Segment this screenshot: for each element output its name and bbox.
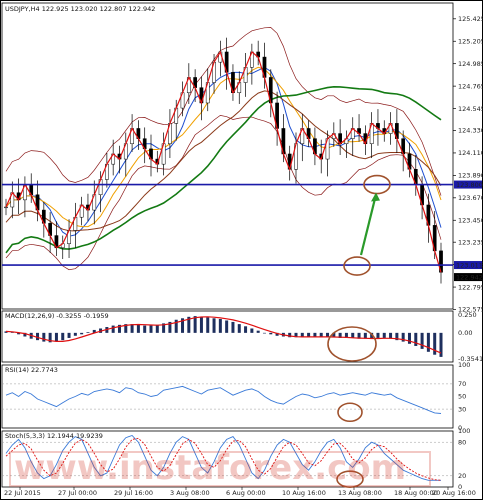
price-tick-label: 124.330: [458, 127, 483, 135]
main-title: USDJPY,H4 122.925 123.020 122.807 122.94…: [5, 5, 155, 13]
candle-body: [4, 206, 8, 209]
macd-bar: [199, 316, 203, 333]
macd-bar: [136, 324, 140, 333]
macd-bar: [262, 332, 266, 334]
macd-bar: [231, 321, 235, 333]
level-label: 123.800: [456, 181, 483, 189]
pane-main: [1, 2, 454, 310]
macd-bar: [256, 330, 260, 333]
price-tick-label: 124.985: [458, 60, 483, 68]
macd-bar: [326, 332, 330, 337]
time-label: 10 Aug 16:00: [282, 489, 326, 497]
rsi-tick-label: 50: [458, 393, 466, 401]
watermark: www.instaforex.com: [14, 448, 406, 488]
forex-chart: 125.425 125.205 124.985 124.765 124.545 124.3…: [0, 0, 483, 500]
time-label: 22 Jul 2015: [4, 489, 41, 497]
macd-bar: [212, 318, 216, 333]
macd-bar: [300, 332, 304, 337]
stoch-title: Stoch(5,3,3) 12.1944 19.9239: [5, 432, 103, 440]
macd-bar: [206, 317, 210, 333]
macd-bar: [237, 324, 241, 333]
time-label: 27 Jul 00:00: [58, 489, 97, 497]
macd-bar: [382, 332, 386, 338]
price-tick-label: 122.795: [458, 283, 483, 291]
time-label: 29 Jul 16:00: [114, 489, 153, 497]
price-tick-label: 125.205: [458, 37, 483, 45]
macd-bar: [149, 325, 153, 333]
macd-bar: [307, 332, 311, 337]
time-label: 20 Aug 16:00: [432, 489, 476, 497]
price-tick-label: 123.235: [458, 238, 483, 246]
macd-bar: [73, 332, 77, 336]
macd-bar: [80, 332, 84, 335]
price-tick-label: 124.545: [458, 105, 483, 113]
macd-title: MACD(12,26,9) -0.3255 -0.1959: [5, 312, 109, 320]
price-tick-label: 124.110: [458, 149, 483, 157]
macd-bar: [269, 332, 273, 335]
macd-tick-label: 0.250: [458, 311, 477, 319]
macd-bar: [218, 319, 222, 333]
macd-bar: [250, 328, 254, 333]
time-label: 13 Aug 08:00: [338, 489, 382, 497]
macd-bar: [193, 316, 197, 333]
price-tick-label: 125.425: [458, 15, 483, 23]
price-tick-label: 123.890: [458, 172, 483, 180]
macd-bar: [407, 332, 411, 344]
macd-bar: [130, 324, 134, 333]
price-tick-label: 124.765: [458, 82, 483, 90]
macd-bar: [225, 320, 229, 333]
macd-bar: [426, 332, 430, 352]
time-label: 6 Aug 00:00: [226, 489, 266, 497]
macd-bar: [67, 332, 71, 338]
macd-bar: [244, 326, 248, 333]
price-tick-label: 123.450: [458, 216, 483, 224]
rsi-tick-label: 100: [458, 361, 470, 369]
macd-tick-label: 0.00: [458, 329, 472, 337]
rsi-title: RSI(14) 22.7743: [5, 366, 58, 374]
stoch-tick-label: 100: [458, 427, 470, 435]
stoch-tick-label: 20: [458, 472, 466, 480]
macd-bar: [376, 332, 380, 338]
pane-rsi: [1, 364, 454, 429]
macd-bar: [414, 332, 418, 346]
macd-bar: [61, 332, 65, 341]
price-tick-label: 123.670: [458, 194, 483, 202]
stoch-tick-label: 80: [458, 438, 466, 446]
macd-bar: [420, 332, 424, 349]
macd-bar: [54, 332, 58, 342]
macd-bar: [143, 325, 147, 333]
macd-bar: [42, 332, 46, 342]
macd-bar: [86, 332, 90, 333]
macd-bar: [155, 324, 159, 333]
level-label: 123.011: [456, 261, 483, 269]
rsi-tick-label: 30: [458, 405, 466, 413]
macd-bar: [439, 332, 443, 357]
time-label: 3 Aug 08:00: [170, 489, 210, 497]
macd-bar: [433, 332, 437, 355]
rsi-tick-label: 70: [458, 380, 466, 388]
macd-bar: [111, 325, 115, 333]
current-price-label: 122.942: [456, 273, 483, 281]
